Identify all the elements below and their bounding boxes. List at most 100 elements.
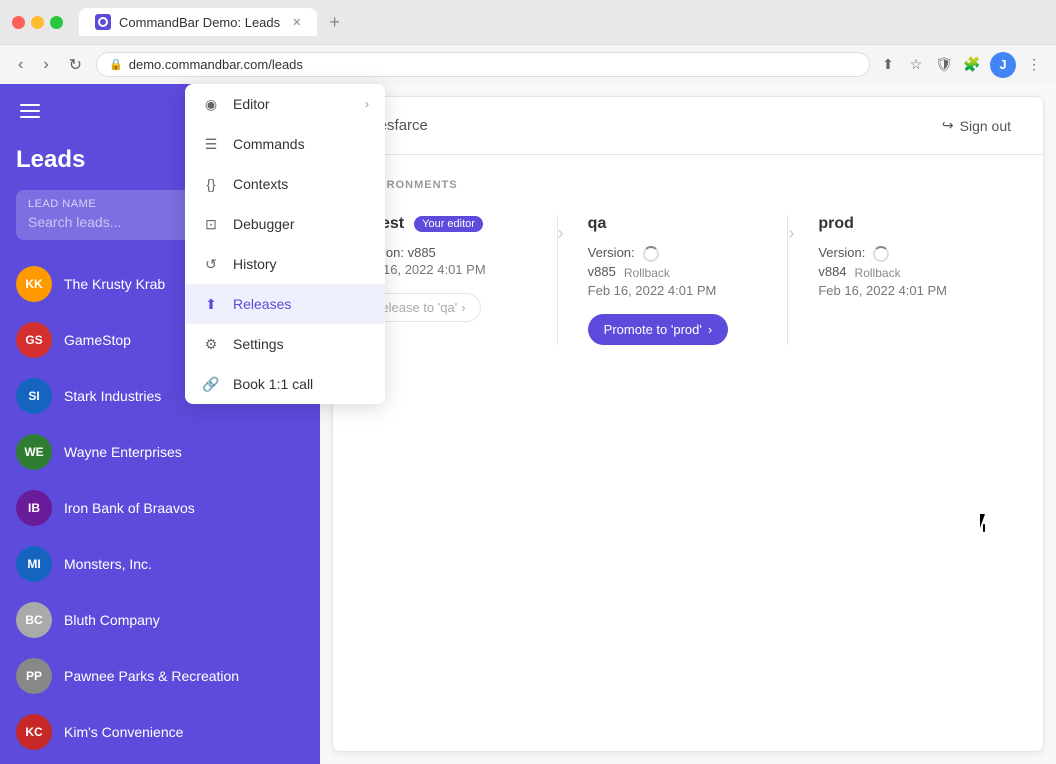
sign-out-label: Sign out bbox=[960, 118, 1011, 134]
menu-item-contexts[interactable]: {} Contexts bbox=[185, 164, 385, 204]
browser-titlebar: CommandBar Demo: Leads ✕ + bbox=[0, 0, 1056, 44]
avatar: MI bbox=[16, 546, 52, 582]
history-menu-label: History bbox=[233, 256, 369, 272]
lock-icon: 🔒 bbox=[109, 58, 123, 71]
qa-rollback-button[interactable]: Rollback bbox=[624, 266, 670, 280]
releases-menu-icon: ⬆ bbox=[201, 294, 221, 314]
app-container: Leads Lead name KKThe Krusty KrabGSGameS… bbox=[0, 84, 1056, 764]
active-tab[interactable]: CommandBar Demo: Leads ✕ bbox=[79, 8, 317, 36]
env-qa-version: v885 bbox=[588, 264, 616, 279]
lead-name: Bluth Company bbox=[64, 612, 160, 628]
env-latest: Latest Your editor Version: v885 Feb 16,… bbox=[357, 215, 558, 345]
editor-menu-label: Editor bbox=[233, 96, 353, 112]
debugger-menu-label: Debugger bbox=[233, 216, 369, 232]
avatar: BC bbox=[16, 602, 52, 638]
qa-spinner bbox=[643, 246, 659, 262]
env-prod-date: Feb 16, 2022 4:01 PM bbox=[818, 283, 995, 298]
debugger-menu-icon: ⊡ bbox=[201, 214, 221, 234]
menu-icon[interactable]: ⋮ bbox=[1024, 55, 1044, 75]
promote-to-prod-label: Promote to 'prod' bbox=[604, 322, 702, 337]
avatar: KC bbox=[16, 714, 52, 750]
salesforce-panel: Salesfarce ↪ Sign out ENVIRONMENTS Lates… bbox=[332, 96, 1044, 752]
traffic-lights bbox=[12, 16, 63, 29]
bookmark-icon[interactable]: ☆ bbox=[906, 55, 926, 75]
url-text: demo.commandbar.com/leads bbox=[129, 57, 303, 72]
lead-name: The Krusty Krab bbox=[64, 276, 165, 292]
prod-rollback-button[interactable]: Rollback bbox=[855, 266, 901, 280]
browser-actions: ⬆ ☆ 🛡 🧩 J ⋮ bbox=[878, 52, 1044, 78]
user-avatar[interactable]: J bbox=[990, 52, 1016, 78]
list-item[interactable]: BC Bluth Company bbox=[0, 592, 320, 648]
settings-menu-label: Settings bbox=[233, 336, 369, 352]
env-prod: prod Version: v884 Rollback Feb 16, 2022… bbox=[794, 215, 1019, 345]
env-prod-name: prod bbox=[818, 215, 995, 233]
list-item[interactable]: IB Iron Bank of Braavos bbox=[0, 480, 320, 536]
editor-arrow-icon: › bbox=[365, 97, 369, 111]
promote-to-prod-button[interactable]: Promote to 'prod' › bbox=[588, 314, 729, 345]
env-qa: qa Version: v885 Rollback Feb 16, 2022 4… bbox=[564, 215, 789, 345]
avatar: GS bbox=[16, 322, 52, 358]
settings-menu-icon: ⚙ bbox=[201, 334, 221, 354]
back-button[interactable]: ‹ bbox=[12, 54, 29, 76]
releases-menu-label: Releases bbox=[233, 296, 369, 312]
tab-bar: CommandBar Demo: Leads ✕ + bbox=[79, 8, 558, 36]
avatar: IB bbox=[16, 490, 52, 526]
extensions-icon[interactable]: 🧩 bbox=[962, 55, 982, 75]
maximize-button[interactable] bbox=[50, 16, 63, 29]
history-menu-icon: ↺ bbox=[201, 254, 221, 274]
forward-button[interactable]: › bbox=[37, 54, 54, 76]
env-prod-version: v884 bbox=[818, 264, 846, 279]
sign-out-button[interactable]: ↪ Sign out bbox=[934, 113, 1019, 138]
browser-toolbar: ‹ › ↻ 🔒 demo.commandbar.com/leads ⬆ ☆ 🛡 … bbox=[0, 44, 1056, 84]
shield-icon[interactable]: 🛡 bbox=[934, 55, 954, 75]
environments-grid: Latest Your editor Version: v885 Feb 16,… bbox=[357, 215, 1019, 345]
download-icon[interactable]: ⬆ bbox=[878, 55, 898, 75]
promote-arrow-icon: › bbox=[708, 322, 712, 337]
menu-item-settings[interactable]: ⚙ Settings bbox=[185, 324, 385, 364]
commands-menu-label: Commands bbox=[233, 136, 369, 152]
contexts-menu-icon: {} bbox=[201, 174, 221, 194]
env-qa-version-label: Version: bbox=[588, 245, 635, 260]
env-qa-name-text: qa bbox=[588, 215, 607, 233]
tab-favicon bbox=[95, 14, 111, 30]
menu-item-editor[interactable]: ◉Editor› bbox=[185, 84, 385, 124]
list-item[interactable]: MIMonsters, Inc. bbox=[0, 536, 320, 592]
prod-spinner bbox=[873, 246, 889, 262]
avatar: WE bbox=[16, 434, 52, 470]
avatar: PP bbox=[16, 658, 52, 694]
tab-close-button[interactable]: ✕ bbox=[292, 16, 301, 29]
sf-body: ENVIRONMENTS Latest Your editor Version:… bbox=[333, 155, 1043, 369]
hamburger-button[interactable] bbox=[16, 100, 44, 122]
tab-title: CommandBar Demo: Leads bbox=[119, 15, 280, 30]
close-button[interactable] bbox=[12, 16, 25, 29]
menu-item-commands[interactable]: ☰ Commands bbox=[185, 124, 385, 164]
main-content: Salesfarce ↪ Sign out ENVIRONMENTS Lates… bbox=[320, 84, 1056, 764]
your-editor-badge: Your editor bbox=[414, 216, 483, 232]
lead-name: Iron Bank of Braavos bbox=[64, 500, 195, 516]
menu-item-releases[interactable]: ⬆ Releases bbox=[185, 284, 385, 324]
refresh-button[interactable]: ↻ bbox=[63, 53, 88, 77]
book-menu-icon: 🔗 bbox=[201, 374, 221, 394]
list-item[interactable]: PPPawnee Parks & Recreation bbox=[0, 648, 320, 704]
menu-item-debugger[interactable]: ⊡ Debugger bbox=[185, 204, 385, 244]
env-qa-name: qa bbox=[588, 215, 765, 233]
lead-name: Stark Industries bbox=[64, 388, 161, 404]
sf-header: Salesfarce ↪ Sign out bbox=[333, 97, 1043, 155]
env-prod-version-row: Version: bbox=[818, 245, 995, 262]
release-arrow-icon: › bbox=[461, 300, 465, 315]
minimize-button[interactable] bbox=[31, 16, 44, 29]
list-item[interactable]: WE Wayne Enterprises bbox=[0, 424, 320, 480]
new-tab-button[interactable]: + bbox=[321, 10, 348, 35]
env-qa-date: Feb 16, 2022 4:01 PM bbox=[588, 283, 765, 298]
commands-menu-icon: ☰ bbox=[201, 134, 221, 154]
address-bar[interactable]: 🔒 demo.commandbar.com/leads bbox=[96, 52, 870, 77]
menu-item-book[interactable]: 🔗Book 1:1 call bbox=[185, 364, 385, 404]
contexts-menu-label: Contexts bbox=[233, 176, 369, 192]
avatar: SI bbox=[16, 378, 52, 414]
menu-item-history[interactable]: ↺ History bbox=[185, 244, 385, 284]
list-item[interactable]: KCKim's Convenience bbox=[0, 704, 320, 760]
env-prod-name-text: prod bbox=[818, 215, 854, 233]
lead-name: Wayne Enterprises bbox=[64, 444, 182, 460]
dropdown-menu: ◉Editor›☰Commands{}Contexts⊡Debugger↺His… bbox=[185, 84, 385, 404]
lead-name: GameStop bbox=[64, 332, 131, 348]
